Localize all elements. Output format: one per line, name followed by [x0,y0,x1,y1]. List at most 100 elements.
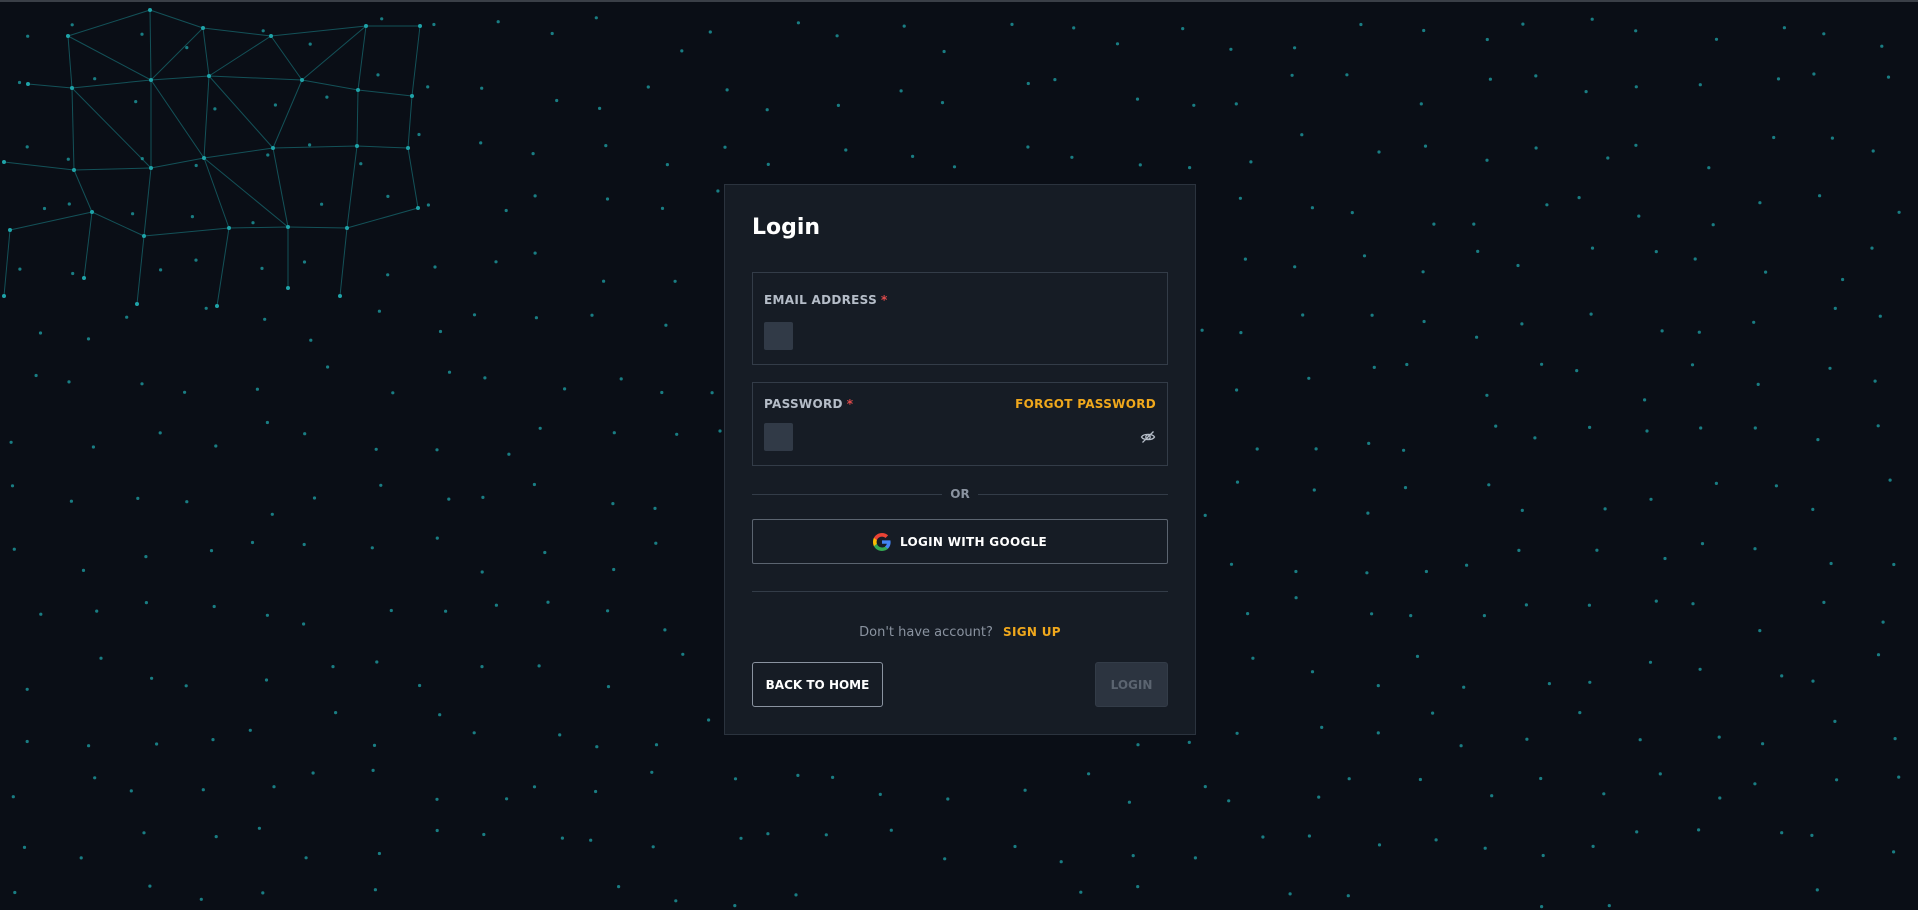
divider-line [978,494,1168,495]
network-edge [272,147,289,228]
password-input[interactable] [764,422,1104,450]
network-edge [203,147,274,159]
background-dot [504,208,508,213]
background-dot [1816,438,1820,442]
forgot-password-link[interactable]: FORGOT PASSWORD [1015,397,1156,411]
network-edge [150,75,210,81]
background-dot [1405,362,1409,367]
eye-slash-icon[interactable] [1140,429,1156,445]
network-node [202,156,206,160]
background-dot [159,268,163,272]
background-dot [680,49,684,53]
background-dot [494,260,498,264]
background-dot [602,279,606,283]
background-dot [1876,653,1881,657]
background-dot [1589,312,1593,316]
background-dot [418,683,422,688]
background-dot [1595,548,1599,552]
background-dot [558,733,562,737]
background-dot [1136,743,1140,747]
background-dot [140,157,144,161]
background-dot [654,743,659,747]
network-edge [150,79,205,159]
signup-link[interactable]: SIGN UP [1003,625,1061,639]
required-marker: * [881,293,888,307]
network-node [286,286,290,290]
network-node [26,82,30,86]
background-dot [1472,222,1476,226]
background-dot [302,622,306,626]
network-node [8,228,12,232]
login-button[interactable]: LOGIN [1095,662,1168,707]
background-dot [1192,103,1196,107]
background-dot [1013,844,1017,849]
background-dot [716,189,720,193]
background-dot [654,541,658,545]
background-dot [1711,223,1715,227]
background-dot [129,789,133,793]
background-dot [1432,222,1436,226]
background-dot [22,845,27,850]
network-edge [67,35,73,89]
background-dot [1772,135,1776,140]
background-dot [302,542,306,547]
background-dot [1812,72,1816,76]
background-dot [266,153,270,157]
background-dot [1087,772,1091,776]
background-dot [708,30,712,34]
or-divider: OR [752,487,1168,501]
background-dot [17,80,22,85]
background-dot [433,265,437,269]
background-dot [257,826,261,830]
email-input[interactable] [764,321,1144,349]
back-to-home-button[interactable]: BACK TO HOME [752,662,883,707]
background-dot [595,745,599,749]
email-label-text: EMAIL ADDRESS [764,293,878,307]
background-dot [1485,37,1489,42]
background-dot [1370,313,1374,317]
no-account-text: Don't have account? [859,625,993,640]
background-dot [212,604,216,609]
network-node [149,166,153,170]
background-dot [483,376,487,380]
background-dot [194,163,198,168]
background-dot [1203,513,1207,517]
login-with-google-button[interactable]: LOGIN WITH GOOGLE [752,519,1168,564]
background-dot [1235,731,1239,735]
background-dot [1010,22,1014,26]
background-dot [1634,143,1638,147]
background-dot [1227,799,1231,803]
background-dot [1366,511,1370,515]
background-dot [66,157,70,161]
background-dot [1758,629,1762,633]
network-node [227,226,231,230]
background-dot [1648,660,1653,664]
background-dot [1294,569,1298,574]
network-node [410,94,414,98]
network-node [300,78,304,82]
background-dot [796,21,801,25]
background-dot [1310,206,1314,210]
background-dot [472,731,476,735]
background-dot [1540,362,1544,366]
background-dot [1886,75,1891,79]
background-dot [1782,26,1786,30]
background-dot [438,713,442,717]
background-dot [1293,265,1297,269]
background-dot [426,203,430,207]
page-title: Login [752,215,821,240]
background-dot [93,77,97,81]
background-dot [664,323,668,327]
background-dot [25,687,29,691]
background-dot [1525,737,1529,741]
background-dot [444,609,448,613]
background-dot [377,851,381,856]
background-dot [733,777,738,781]
background-dot [546,600,550,604]
background-dot [1255,447,1259,451]
network-node [148,8,152,12]
background-dot [1421,270,1425,274]
background-dot [1758,201,1762,205]
background-dot [417,132,421,137]
network-node [2,294,6,298]
